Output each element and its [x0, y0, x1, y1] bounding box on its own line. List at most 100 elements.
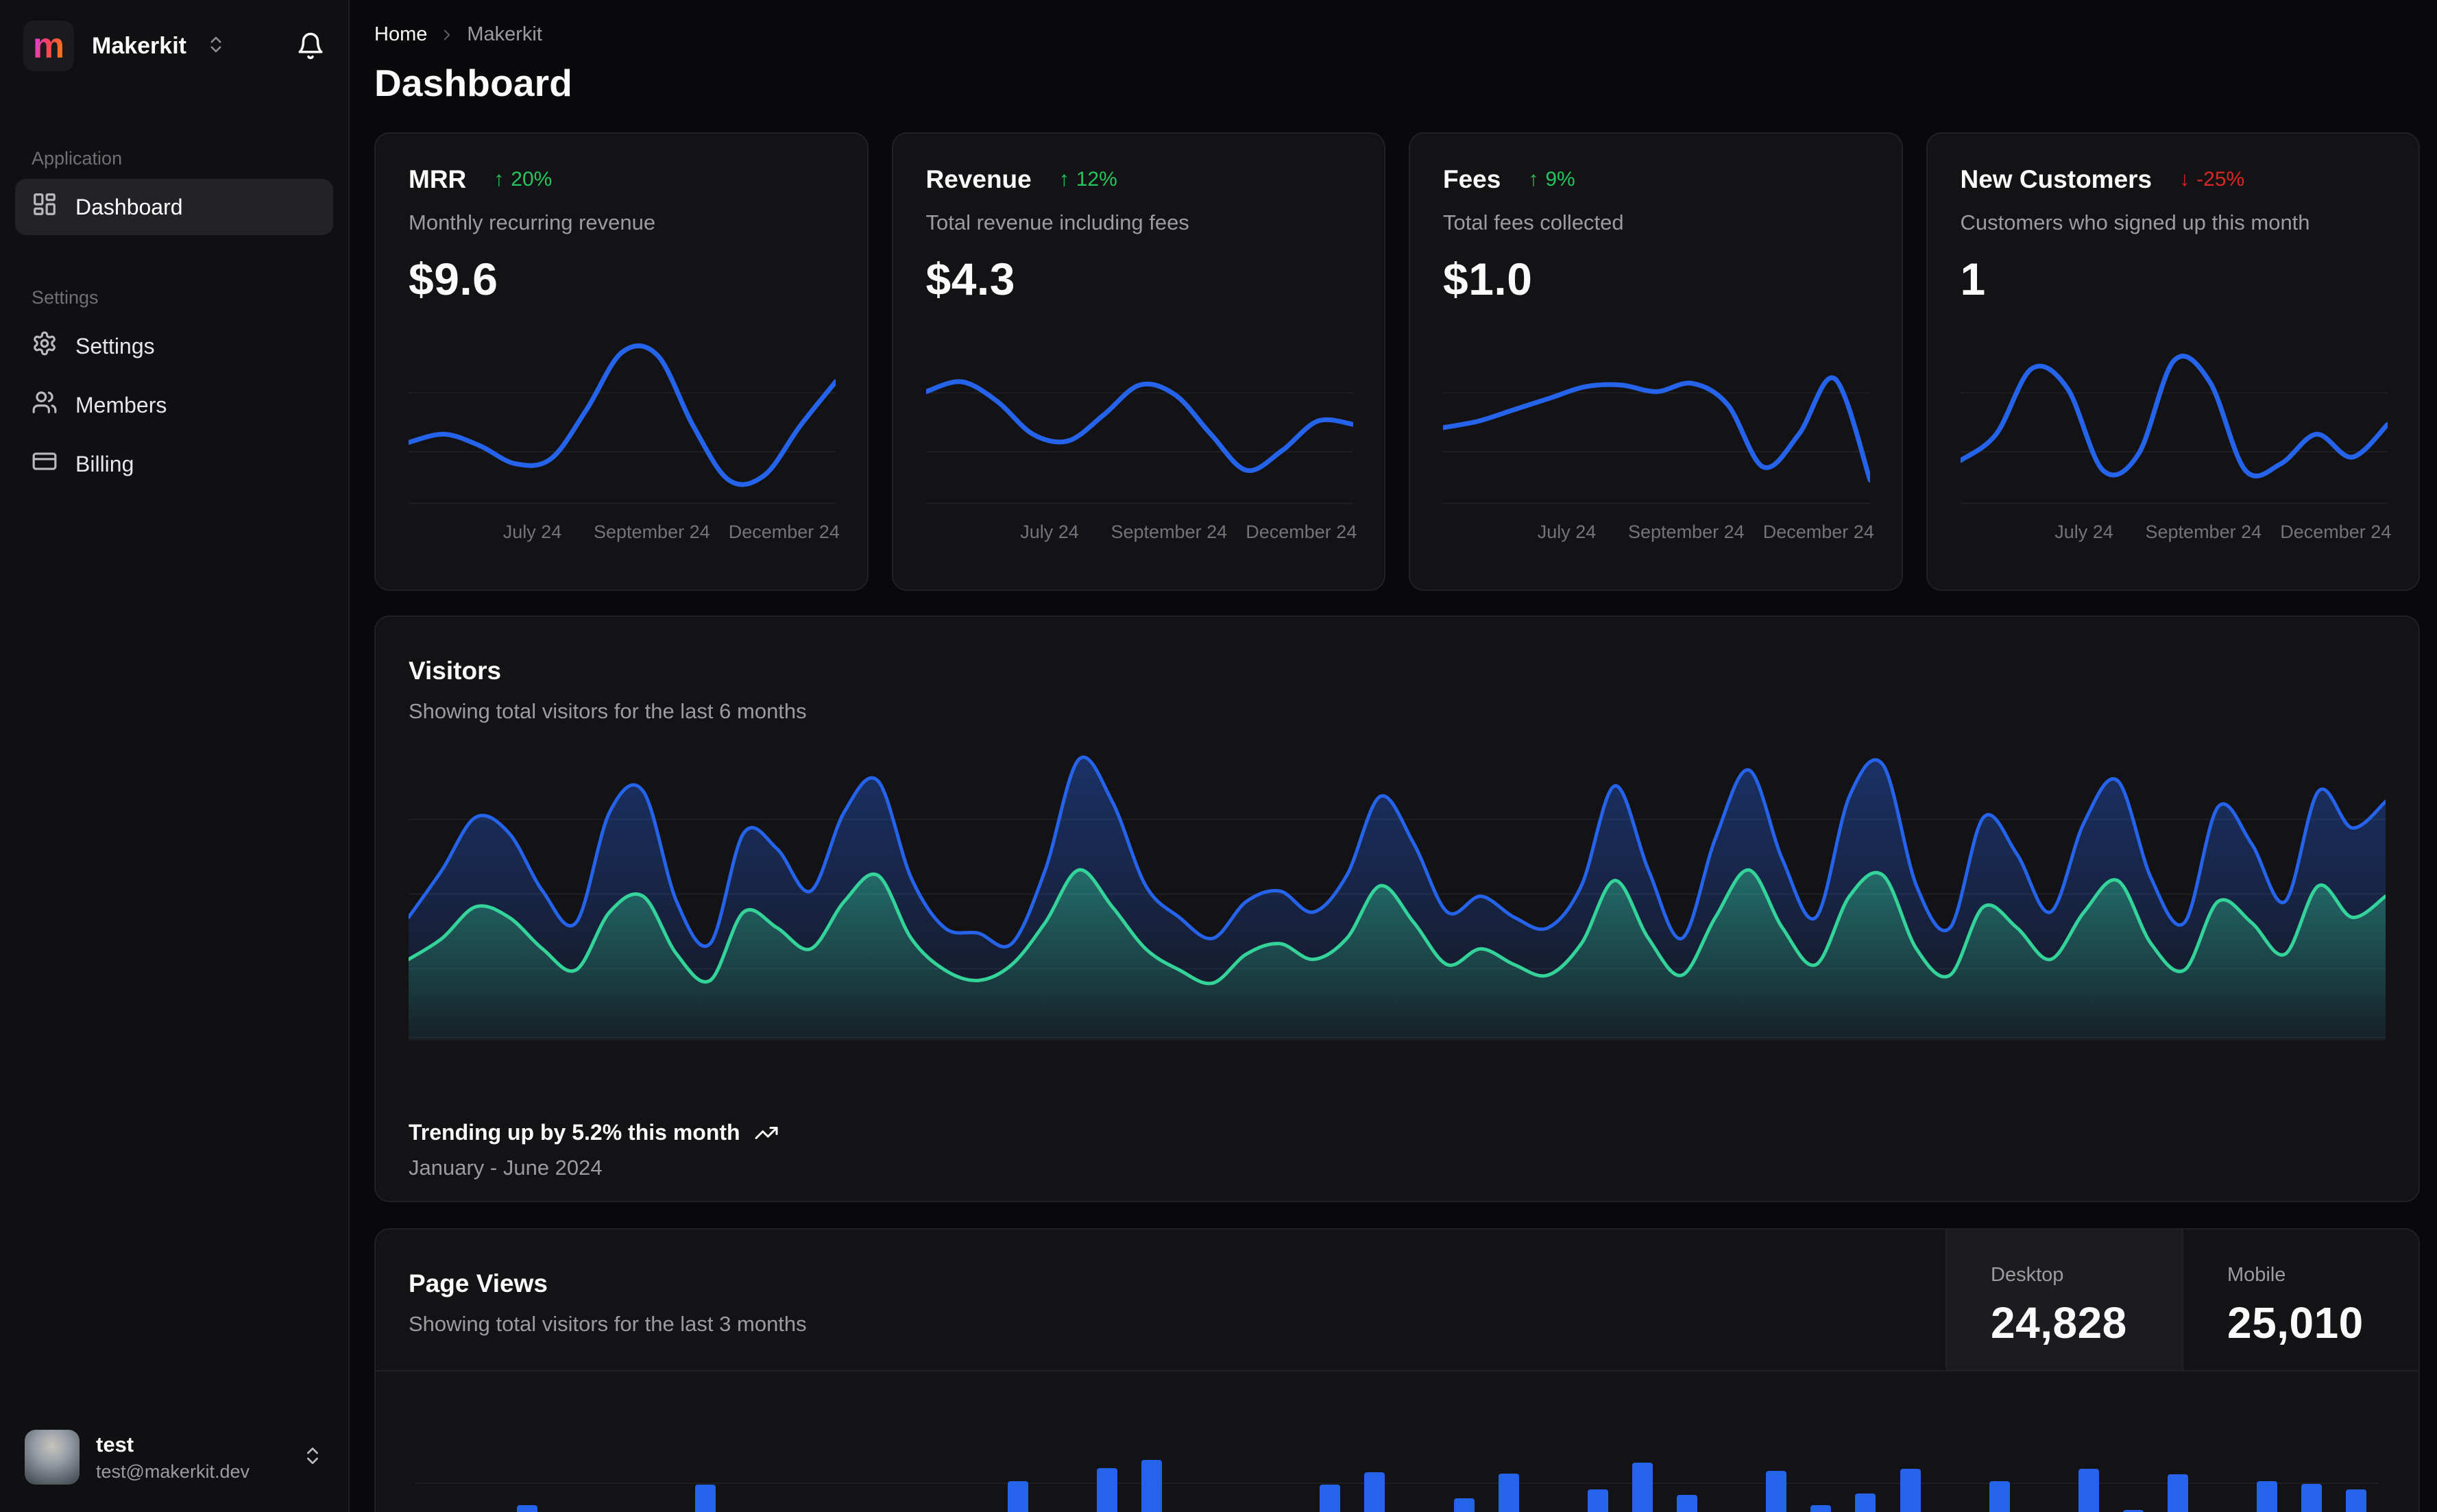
bar: [1008, 1481, 1028, 1512]
bar: [1989, 1481, 2010, 1512]
bar: [1855, 1493, 1876, 1512]
bar: [517, 1505, 537, 1512]
visitors-date-range: January - June 2024: [409, 1156, 603, 1180]
sidebar-item-label: Dashboard: [75, 194, 183, 219]
mrr-sparkline-chart: [409, 327, 836, 505]
user-name: test: [96, 1432, 134, 1456]
page-views-card: Page Views Showing total visitors for th…: [374, 1228, 2420, 1512]
stat-card-mrr: MRR ↑ 20% Monthly recurring revenue $9.6 …: [374, 132, 869, 591]
page-views-header: Page Views Showing total visitors for th…: [376, 1230, 2418, 1371]
page-views-bar-chart: [415, 1371, 2379, 1512]
chevrons-up-down-icon: [206, 34, 226, 58]
visitors-area-chart: [409, 742, 2386, 1040]
breadcrumb: Home Makerkit: [374, 23, 2420, 46]
fees-sparkline-chart: [1443, 327, 1870, 505]
toggle-value: 25,010: [2227, 1298, 2364, 1348]
axis-tick: December 24: [728, 522, 840, 542]
user-meta: test test@makerkit.dev: [96, 1432, 250, 1483]
trend-badge: ↑ 9%: [1528, 168, 1575, 191]
bar: [1588, 1489, 1608, 1512]
arrow-up-icon: ↑: [1058, 168, 1069, 191]
bar: [1364, 1472, 1385, 1512]
sidebar: m Makerkit Application Dashboard Setting…: [0, 0, 350, 1512]
bar: [1454, 1498, 1475, 1512]
bar: [2301, 1484, 2322, 1512]
stat-title: MRR: [409, 165, 467, 193]
stat-cards-row: MRR ↑ 20% Monthly recurring revenue $9.6 …: [374, 132, 2420, 591]
bar: [695, 1485, 716, 1512]
arrow-down-icon: ↓: [2179, 168, 2190, 191]
sidebar-item-dashboard[interactable]: Dashboard: [15, 179, 333, 235]
sidebar-item-billing[interactable]: Billing: [15, 436, 333, 492]
sidebar-item-label: Members: [75, 392, 167, 417]
axis-tick: December 24: [1762, 522, 1874, 542]
arrow-up-icon: ↑: [494, 168, 505, 191]
toggle-value: 24,828: [1991, 1298, 2127, 1348]
bar: [1097, 1468, 1117, 1512]
axis-tick: September 24: [2145, 522, 2262, 542]
x-axis-labels: July 24 September 24 December 24: [409, 522, 840, 549]
user-email: test@makerkit.dev: [96, 1461, 250, 1482]
toggle-desktop[interactable]: Desktop 24,828: [1945, 1230, 2182, 1370]
bar: [2078, 1469, 2099, 1512]
axis-tick: July 24: [502, 522, 562, 542]
visitors-trend-text: Trending up by 5.2% this month: [409, 1120, 779, 1145]
axis-tick: September 24: [1111, 522, 1228, 542]
breadcrumb-current: Makerkit: [467, 23, 542, 45]
sidebar-item-label: Billing: [75, 451, 134, 476]
bar: [1141, 1460, 1162, 1512]
toggle-label: Mobile: [2227, 1264, 2286, 1286]
page-views-title: Page Views: [409, 1269, 548, 1297]
axis-tick: September 24: [594, 522, 710, 542]
stat-card-new-customers: New Customers ↓ -25% Customers who signed…: [1926, 132, 2420, 591]
trend-badge: ↑ 12%: [1058, 168, 1117, 191]
org-switcher[interactable]: m Makerkit: [15, 15, 333, 77]
x-axis-labels: July 24 September 24 December 24: [1961, 522, 2392, 549]
makerkit-logo-letter: m: [32, 26, 65, 66]
stat-title: New Customers: [1960, 165, 2153, 193]
axis-tick: December 24: [1246, 522, 1357, 542]
visitors-card: Visitors Showing total visitors for the …: [374, 615, 2420, 1202]
stat-value: $4.3: [925, 254, 1015, 304]
nav-section-settings: Settings: [32, 287, 99, 308]
bar: [1677, 1495, 1697, 1512]
makerkit-logo: m: [23, 21, 74, 71]
stat-description: Total fees collected: [1443, 210, 1624, 234]
user-menu[interactable]: test test@makerkit.dev: [15, 1423, 333, 1491]
axis-tick: December 24: [2280, 522, 2392, 542]
arrow-up-icon: ↑: [1528, 168, 1539, 191]
dashboard-screen: m Makerkit Application Dashboard Setting…: [0, 0, 2437, 1512]
axis-tick: July 24: [2054, 522, 2113, 542]
stat-title: Fees: [1443, 165, 1501, 193]
stat-value: 1: [1960, 254, 1986, 304]
sidebar-item-settings[interactable]: Settings: [15, 318, 333, 374]
new-customers-sparkline-chart: [1960, 327, 2388, 505]
chevrons-up-down-icon: [302, 1445, 324, 1470]
breadcrumb-home-link[interactable]: Home: [374, 23, 427, 46]
x-axis-labels: July 24 September 24 December 24: [926, 522, 1357, 549]
x-axis-labels: July 24 September 24 December 24: [1443, 522, 1874, 549]
settings-icon: [32, 330, 58, 362]
toggle-mobile[interactable]: Mobile 25,010: [2182, 1230, 2418, 1370]
bar: [1632, 1463, 1653, 1512]
bar: [2346, 1489, 2366, 1512]
bar: [2168, 1474, 2188, 1512]
trend-badge: ↑ 20%: [494, 168, 553, 191]
bar: [1320, 1485, 1340, 1512]
chevron-right-icon: [438, 26, 456, 44]
stat-description: Customers who signed up this month: [1960, 210, 2310, 234]
trend-badge: ↓ -25%: [2179, 168, 2245, 191]
bar: [1900, 1469, 1921, 1512]
notifications-bell-icon[interactable]: [296, 32, 325, 60]
stat-card-fees: Fees ↑ 9% Total fees collected $1.0 July …: [1409, 132, 1903, 591]
bar: [2257, 1481, 2277, 1512]
sidebar-item-label: Settings: [75, 333, 155, 358]
axis-tick: July 24: [1537, 522, 1597, 542]
sidebar-item-members[interactable]: Members: [15, 377, 333, 433]
billing-icon: [32, 448, 58, 480]
trending-up-icon: [754, 1121, 779, 1145]
toggle-label: Desktop: [1991, 1264, 2064, 1286]
axis-tick: September 24: [1628, 522, 1745, 542]
stat-card-revenue: Revenue ↑ 12% Total revenue including fee…: [891, 132, 1385, 591]
members-icon: [32, 389, 58, 421]
